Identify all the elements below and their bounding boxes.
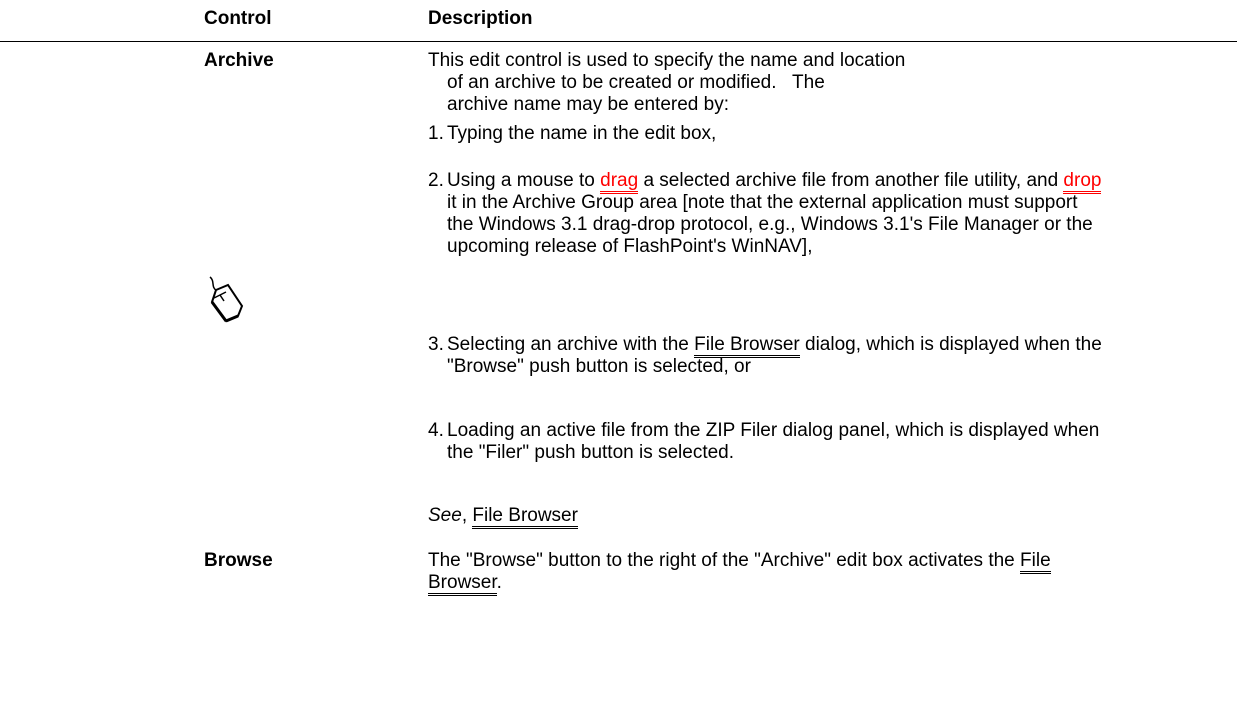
option-text-c: it in the Archive Group area [note that … (447, 192, 1093, 257)
archive-option-2: 2. Using a mouse to drag a selected archi… (428, 170, 1107, 258)
column-header-description: Description (428, 8, 533, 29)
see-separator: , (461, 505, 473, 526)
archive-intro-line-1: This edit control is used to specify the… (428, 50, 906, 71)
archive-option-4: 4. Loading an active file from the ZIP Fi… (428, 420, 1107, 464)
archive-intro-line-2: of an archive to be created or modified.… (447, 72, 825, 93)
drop-glossary-link[interactable]: drop (1063, 170, 1102, 194)
term-archive: Archive (204, 50, 274, 71)
browse-description: The "Browse" button to the right of the … (428, 550, 1108, 596)
archive-intro-line-3: archive name may be entered by: (447, 94, 729, 115)
option-text-a: Using a mouse to (447, 170, 601, 191)
option-text: Loading an active file from the ZIP File… (447, 420, 1100, 463)
option-text-b: a selected archive file from another fil… (638, 170, 1064, 191)
option-number: 1. (428, 123, 444, 144)
header-divider (0, 41, 1237, 42)
option-number: 4. (428, 420, 444, 441)
archive-option-1: 1. Typing the name in the edit box, (428, 123, 1107, 145)
option-text-a: Selecting an archive with the (447, 334, 695, 355)
drag-glossary-link[interactable]: drag (600, 170, 639, 194)
column-header-control: Control (204, 8, 272, 29)
option-number: 3. (428, 334, 444, 355)
option-text: Typing the name in the edit box, (447, 123, 717, 144)
see-label: See (428, 505, 462, 526)
term-browse: Browse (204, 550, 273, 571)
archive-option-3: 3. Selecting an archive with the File Bro… (428, 334, 1107, 378)
archive-intro: This edit control is used to specify the… (428, 50, 1088, 116)
archive-see-also: See, File Browser (428, 505, 1088, 529)
browse-text-a: The "Browse" button to the right of the … (428, 550, 1021, 571)
file-browser-link[interactable]: File Browser (694, 334, 800, 358)
browse-text-b: . (496, 572, 502, 593)
option-number: 2. (428, 170, 444, 191)
see-file-browser-link[interactable]: File Browser (472, 505, 578, 529)
mouse-icon (209, 276, 244, 323)
